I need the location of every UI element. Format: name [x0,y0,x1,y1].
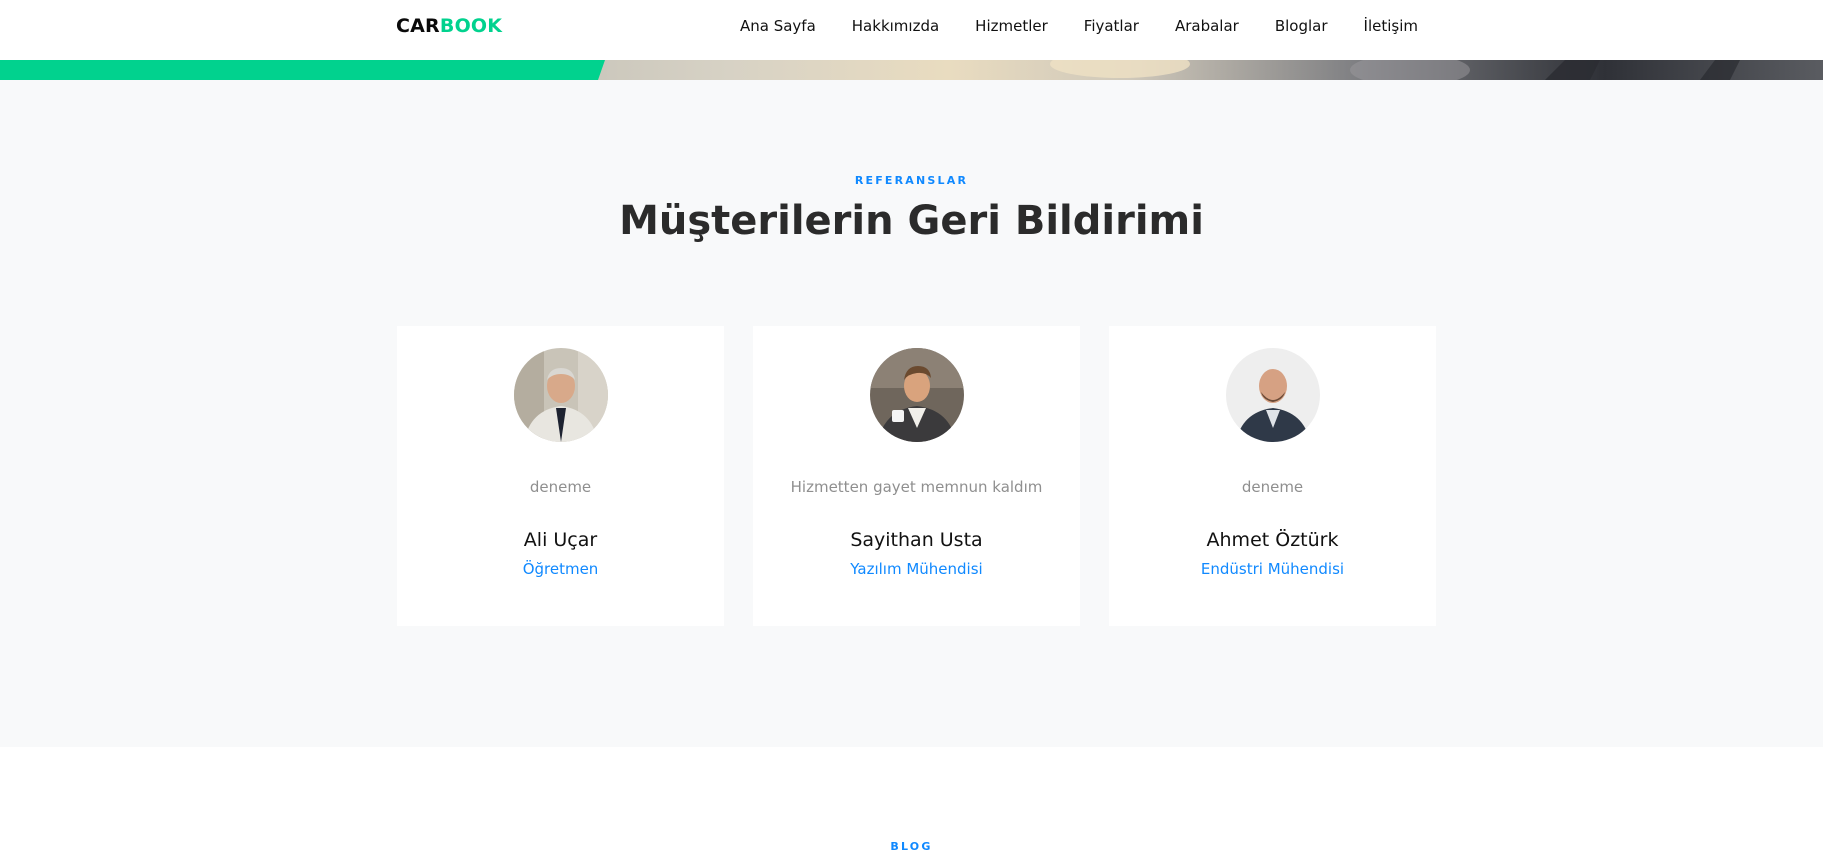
logo-text-car: CAR [396,15,440,37]
top-navbar: CARBOOK Ana Sayfa Hakkımızda Hizmetler F… [0,0,1823,60]
testimonial-quote: deneme [529,478,592,496]
testimonial-name: Sayithan Usta [850,529,983,551]
avatar [870,348,964,442]
testimonial-role: Endüstri Mühendisi [1200,560,1345,578]
main-nav: Ana Sayfa Hakkımızda Hizmetler Fiyatlar … [722,0,1418,52]
nav-link-about[interactable]: Hakkımızda [834,0,957,52]
testimonial-card: Hizmetten gayet memnun kaldım Sayithan U… [753,326,1080,626]
testimonial-name: Ali Uçar [523,529,598,551]
nav-link-services[interactable]: Hizmetler [957,0,1066,52]
testimonial-name: Ahmet Öztürk [1206,529,1339,551]
testimonial-quote: deneme [1241,478,1304,496]
brand-logo[interactable]: CARBOOK [396,14,502,38]
hero-image-strip [0,60,1740,80]
avatar [1226,348,1320,442]
testimonial-role: Yazılım Mühendisi [850,560,983,578]
avatar [514,348,608,442]
blog-section: BLOG [0,747,1823,862]
logo-text-book: BOOK [439,15,503,37]
testimonial-card: deneme Ali Uçar Öğretmen [397,326,724,626]
nav-link-home[interactable]: Ana Sayfa [722,0,834,52]
nav-link-blogs[interactable]: Bloglar [1257,0,1346,52]
testimonials-eyebrow: REFERANSLAR [854,174,969,187]
hero-image-bottom [0,60,1823,80]
testimonial-cards: deneme Ali Uçar Öğretmen Hizmetten gayet… [397,326,1437,626]
nav-link-pricing[interactable]: Fiyatlar [1066,0,1157,52]
nav-link-cars[interactable]: Arabalar [1157,0,1257,52]
testimonials-title: Müşterilerin Geri Bildirimi [619,198,1204,244]
testimonial-quote: Hizmetten gayet memnun kaldım [790,478,1043,496]
nav-link-contact[interactable]: İletişim [1346,0,1418,52]
blog-eyebrow: BLOG [890,840,933,853]
testimonial-role: Öğretmen [522,560,599,578]
testimonial-card: deneme Ahmet Öztürk Endüstri Mühendisi [1109,326,1436,626]
testimonials-section: REFERANSLAR Müşterilerin Geri Bildirimi … [0,80,1823,747]
